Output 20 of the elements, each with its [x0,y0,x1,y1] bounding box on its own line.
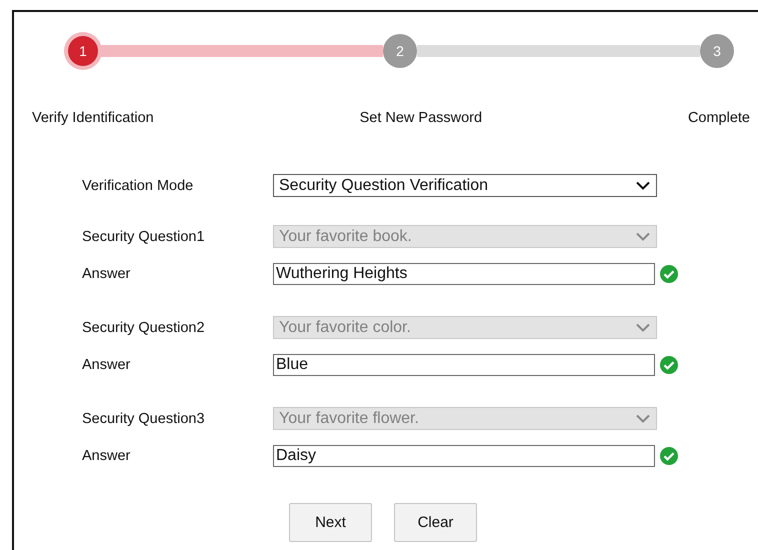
chevron-down-icon [636,323,650,332]
step-circle: 3 [700,34,734,68]
field-label: Security Question3 [82,410,206,428]
form-button[interactable]: Clear [394,503,477,542]
field-label: Answer [82,356,132,375]
field-label: Answer [82,265,132,284]
field-label: Answer [82,447,132,466]
field-label: Verification Mode [82,176,194,196]
chevron-down-icon [636,414,650,423]
step-label: Verify Identification [32,110,154,126]
chevron-down-icon [636,232,650,241]
step-label: Set New Password [360,110,482,126]
step-circle: 2 [383,34,417,68]
step-circle: 1 [68,36,98,66]
field-label: Security Question1 [82,228,206,246]
field-label: Security Question2 [82,318,206,338]
chevron-down-icon [636,181,650,190]
form-button[interactable]: Next [289,503,372,542]
step-label: Complete [688,110,750,126]
mode-dropdown[interactable]: Security Question Verification [273,174,657,197]
